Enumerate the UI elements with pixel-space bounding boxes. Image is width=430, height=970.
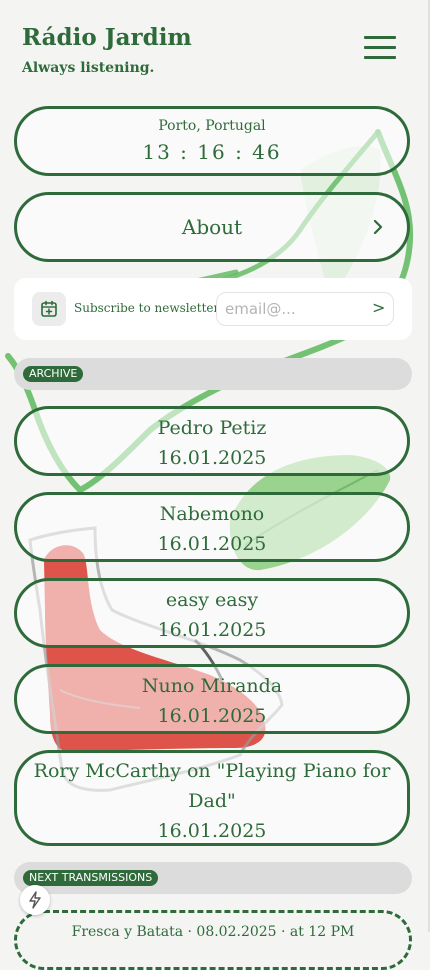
clock-location: Porto, Portugal — [158, 118, 266, 134]
archive-item-date: 16.01.2025 — [157, 533, 267, 555]
next-transmissions-section-header: NEXT TRANSMISSIONS — [14, 862, 412, 894]
quick-action-button[interactable] — [20, 885, 50, 915]
hamburger-menu-icon[interactable] — [362, 34, 398, 62]
local-clock: Porto, Portugal 13 : 16 : 46 — [14, 106, 410, 176]
archive-item[interactable]: Rory McCarthy on "Playing Piano for Dad"… — [14, 750, 410, 846]
about-label: About — [181, 215, 243, 239]
archive-item[interactable]: Pedro Petiz 16.01.2025 — [14, 406, 410, 476]
next-transmission-title: Fresca y Batata · 08.02.2025 · at 12 PM — [71, 924, 355, 940]
clock-time: 13 : 16 : 46 — [142, 140, 282, 164]
about-button[interactable]: About — [14, 192, 410, 262]
archive-item[interactable]: Nuno Miranda 16.01.2025 — [14, 664, 410, 734]
archive-item[interactable]: Nabemono 16.01.2025 — [14, 492, 410, 562]
page: Rádio Jardim Always listening. Porto, Po… — [0, 0, 430, 970]
archive-item-date: 16.01.2025 — [157, 820, 267, 842]
newsletter-signup: Subscribe to newsletter > — [14, 278, 412, 340]
calendar-add-button[interactable] — [32, 292, 66, 326]
chevron-right-icon — [373, 219, 383, 235]
archive-item-title: Pedro Petiz — [157, 417, 267, 439]
calendar-plus-icon — [41, 300, 57, 317]
next-transmission-item[interactable]: Fresca y Batata · 08.02.2025 · at 12 PM — [14, 910, 412, 970]
lightning-bolt-icon — [29, 891, 41, 909]
site-title[interactable]: Rádio Jardim — [22, 24, 192, 51]
archive-item-title: Nabemono — [159, 503, 265, 525]
next-transmissions-tag: NEXT TRANSMISSIONS — [23, 870, 159, 886]
archive-item-title: Nuno Miranda — [141, 675, 283, 697]
archive-item-date: 16.01.2025 — [157, 619, 267, 641]
archive-tag: ARCHIVE — [23, 366, 84, 382]
site-tagline: Always listening. — [22, 60, 155, 76]
archive-item-title: easy easy — [165, 589, 259, 611]
newsletter-label: Subscribe to newsletter — [74, 301, 220, 315]
archive-item-date: 16.01.2025 — [157, 705, 267, 727]
email-field[interactable] — [216, 292, 394, 326]
archive-item-date: 16.01.2025 — [157, 447, 267, 469]
archive-item-title: Rory McCarthy on "Playing Piano for Dad" — [33, 760, 391, 812]
archive-item[interactable]: easy easy 16.01.2025 — [14, 578, 410, 648]
archive-section-header: ARCHIVE — [14, 358, 412, 390]
newsletter-submit-button[interactable]: > — [372, 298, 385, 317]
